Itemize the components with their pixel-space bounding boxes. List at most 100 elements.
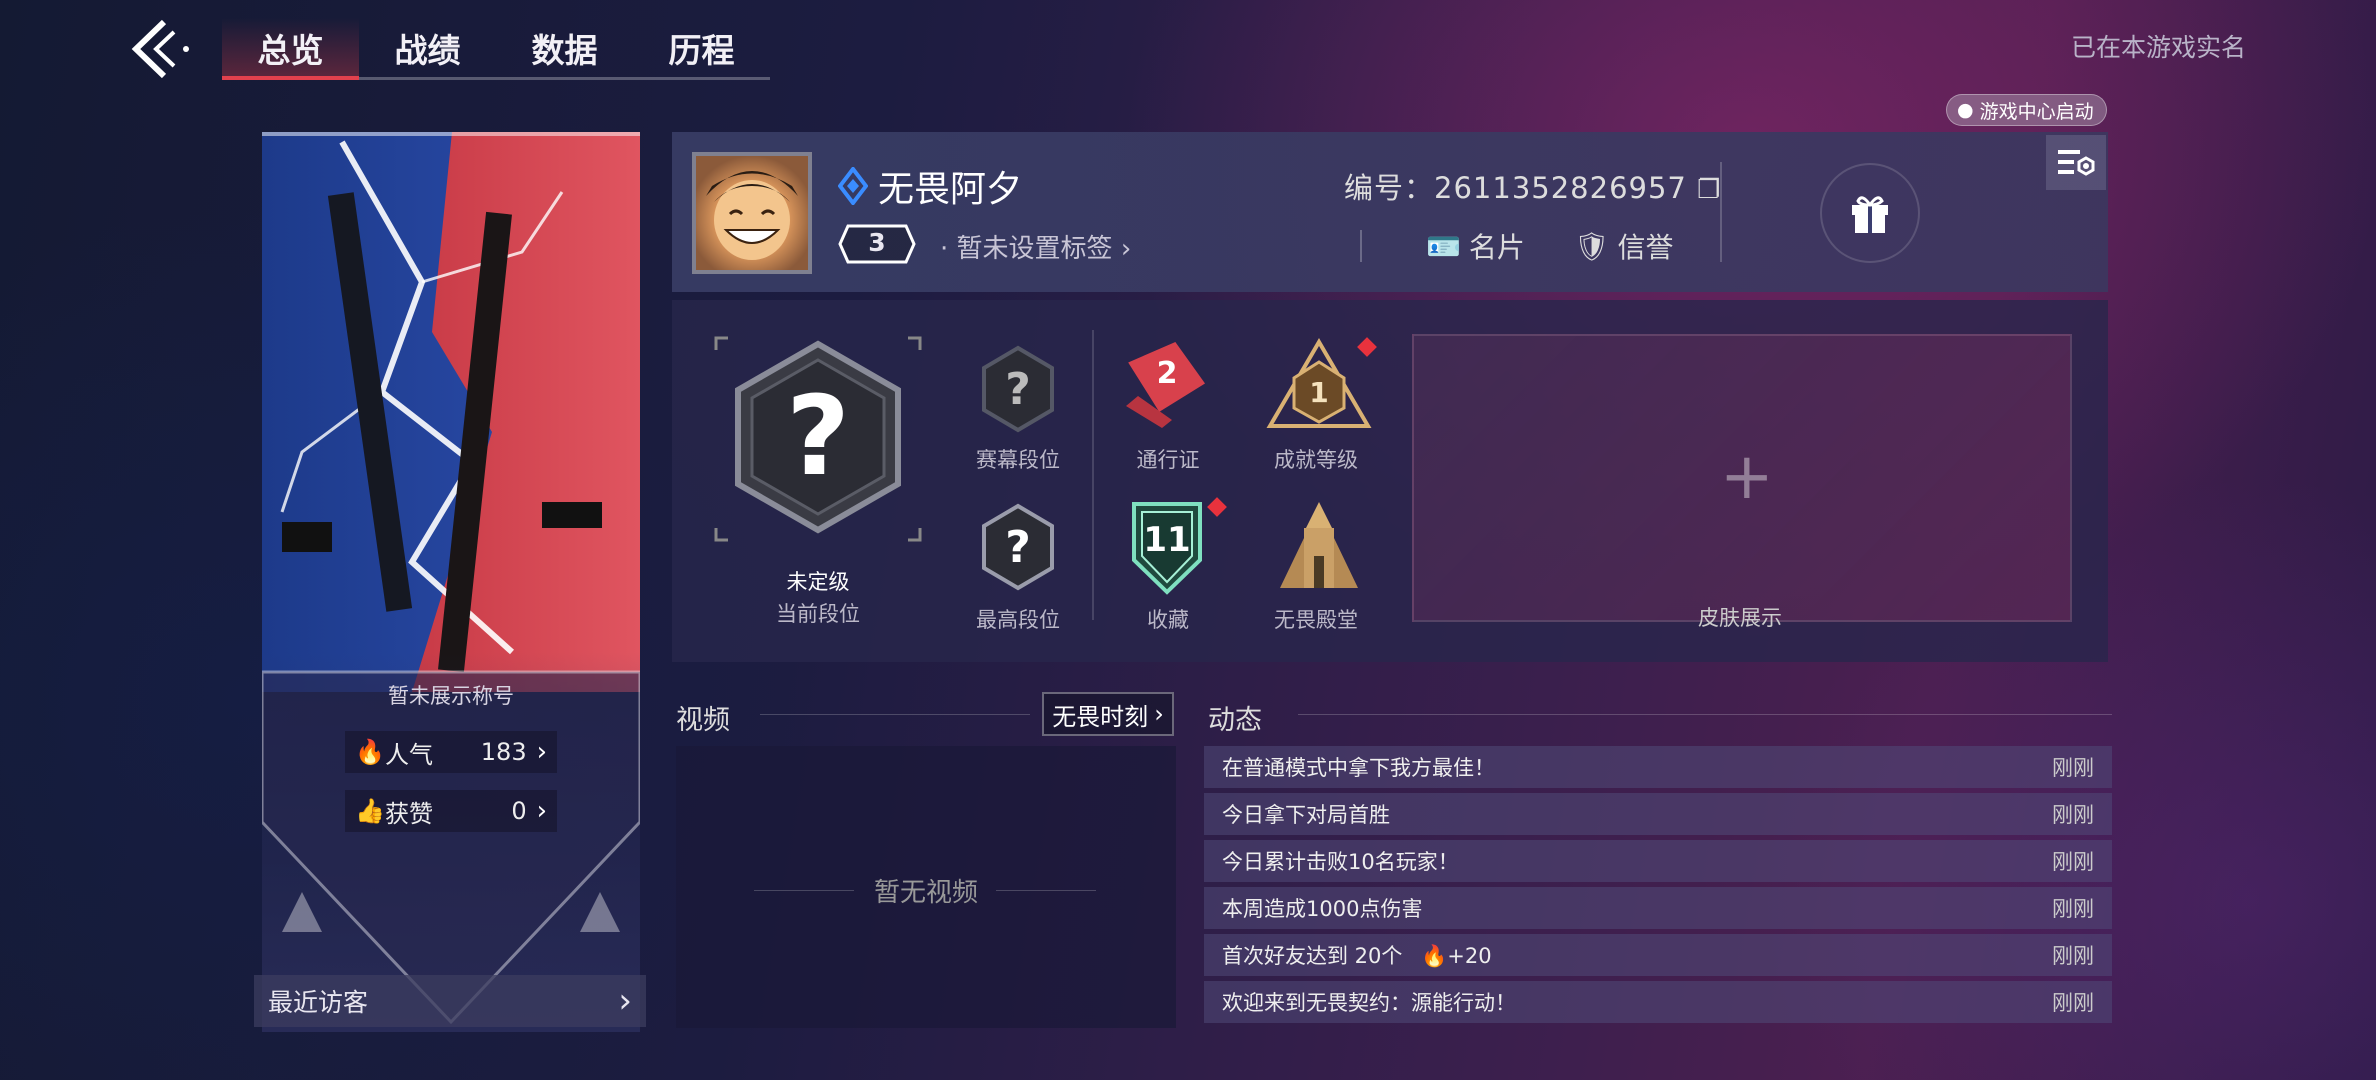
level-badge: 3	[838, 224, 916, 264]
feed-section-title: 动态	[1208, 705, 1262, 736]
credit-label: 信誉	[1617, 231, 1674, 264]
copy-icon[interactable]: ❐	[1697, 175, 1721, 205]
divider	[1720, 162, 1722, 262]
collection-badge[interactable]: 11	[1112, 498, 1222, 598]
current-rank-badge[interactable]: ?	[712, 334, 924, 544]
fire-icon: 🔥	[355, 738, 385, 766]
achievement-badge[interactable]: 1	[1264, 336, 1374, 436]
chevron-right-icon: ›	[536, 737, 547, 767]
avatar[interactable]	[692, 152, 812, 274]
realname-status: 已在本游戏实名	[2070, 33, 2246, 62]
fearless-moments-label: 无畏时刻	[1052, 702, 1149, 731]
feed-text: 今日拿下对局首胜	[1222, 803, 1390, 827]
player-id[interactable]: 编号：2611352826957 ❐	[1344, 165, 1721, 207]
feed-item: 首次好友达到 20个 🔥+20 刚刚	[1204, 934, 2112, 976]
level-value: 3	[868, 228, 886, 257]
achievement-label: 成就等级	[1274, 448, 1358, 472]
achievement-level: 1	[1309, 376, 1329, 409]
back-button[interactable]	[120, 14, 200, 84]
feed-time: 刚刚	[2052, 756, 2094, 780]
tab-history[interactable]: 历程	[633, 18, 770, 77]
likes-value: 0	[511, 797, 527, 825]
gift-button[interactable]	[1820, 163, 1920, 263]
plus-icon: +	[1720, 440, 1774, 514]
chevron-right-icon: ›	[618, 981, 632, 1021]
hall-building-icon	[1280, 502, 1358, 588]
svg-text:?: ?	[1005, 522, 1031, 573]
game-center-label: 游戏中心启动	[1979, 100, 2094, 123]
player-banner[interactable]	[260, 132, 642, 1032]
nickname-row: 无畏阿夕	[838, 160, 1022, 212]
credit-shield-icon: 🛡	[1574, 229, 1610, 263]
video-section-title: 视频	[676, 705, 730, 736]
list-settings-icon	[2058, 149, 2095, 176]
namecard-button[interactable]: 🪪 名片	[1426, 226, 1525, 266]
hall-badge[interactable]	[1264, 498, 1374, 598]
divider	[1092, 330, 1094, 620]
fearless-moments-button[interactable]: 无畏时刻 ›	[1042, 692, 1174, 736]
hall-label: 无畏殿堂	[1274, 608, 1358, 632]
svg-text:?: ?	[1005, 364, 1031, 415]
collection-count: 11	[1143, 520, 1191, 560]
dot-icon: ·	[940, 234, 957, 264]
svg-text:?: ?	[786, 372, 850, 500]
recent-visitors-button[interactable]: 最近访客 ›	[254, 975, 646, 1027]
pass-level: 2	[1156, 356, 1178, 391]
feed-item: 本周造成1000点伤害 刚刚	[1204, 887, 2112, 929]
tournament-rank-badge[interactable]: ?	[978, 344, 1058, 434]
divider	[1360, 230, 1362, 262]
gift-icon	[1852, 196, 1888, 233]
credit-button[interactable]: 🛡 信誉	[1574, 226, 1674, 266]
popularity-row[interactable]: 🔥 人气 183 ›	[345, 731, 557, 773]
current-rank-name: 未定级	[786, 570, 850, 594]
feed-time: 刚刚	[2052, 803, 2094, 827]
feed-item: 欢迎来到无畏契约：源能行动！ 刚刚	[1204, 981, 2112, 1023]
penguin-icon: ●	[1957, 99, 1974, 121]
tag-text-label: 暂未设置标签	[956, 234, 1113, 264]
banner-title-text: 暂未展示称号	[388, 684, 514, 708]
battle-pass-badge[interactable]: 2	[1112, 336, 1222, 436]
tab-record[interactable]: 战绩	[359, 18, 496, 77]
tag-setting[interactable]: · 暂未设置标签 ›	[940, 228, 1131, 265]
feed-text: 本周造成1000点伤害	[1222, 897, 1423, 921]
diamond-icon	[838, 167, 868, 205]
recent-visitors-label: 最近访客	[268, 988, 369, 1017]
feed-text: 今日累计击败10名玩家！	[1222, 850, 1459, 874]
likes-label: 获赞	[385, 799, 433, 828]
id-card-icon: 🪪	[1426, 229, 1461, 263]
feed-item: 在普通模式中拿下我方最佳！ 刚刚	[1204, 746, 2112, 788]
feed-text: 在普通模式中拿下我方最佳！	[1222, 756, 1495, 780]
section-divider	[760, 714, 1030, 715]
id-value: 2611352826957	[1434, 171, 1687, 205]
fire-icon: 🔥	[1421, 944, 1448, 968]
display-settings-button[interactable]	[2046, 135, 2106, 190]
tab-data[interactable]: 数据	[496, 18, 633, 77]
avatar-image	[706, 171, 798, 260]
feed-item: 今日拿下对局首胜 刚刚	[1204, 793, 2112, 835]
id-label: 编号：	[1344, 171, 1435, 205]
thumbs-up-icon: 👍	[355, 797, 385, 825]
feed-time: 刚刚	[2052, 850, 2094, 874]
nickname: 无畏阿夕	[878, 169, 1023, 210]
feed-time: 刚刚	[2052, 897, 2094, 921]
feed-text: 欢迎来到无畏契约：源能行动！	[1222, 991, 1516, 1015]
skin-display-label: 皮肤展示	[1698, 606, 1782, 630]
popularity-value: 183	[480, 738, 527, 766]
section-divider	[1298, 714, 2112, 715]
feed-bonus: +20	[1447, 944, 1492, 968]
likes-row[interactable]: 👍 获赞 0 ›	[345, 790, 557, 832]
game-center-badge: ● 游戏中心启动	[1946, 94, 2107, 126]
popularity-label: 人气	[385, 740, 433, 769]
tab-overview[interactable]: 总览	[222, 18, 359, 80]
chevron-right-icon: ›	[1120, 234, 1132, 264]
chevron-right-icon: ›	[1154, 700, 1164, 728]
feed-item: 今日累计击败10名玩家！ 刚刚	[1204, 840, 2112, 882]
highest-rank-badge[interactable]: ?	[978, 502, 1058, 592]
feed-text: 首次好友达到 20个	[1222, 944, 1403, 968]
feed-time: 刚刚	[2052, 991, 2094, 1015]
current-rank-label: 当前段位	[776, 602, 860, 626]
chevron-right-icon: ›	[536, 796, 547, 826]
banner-art	[260, 132, 642, 1032]
back-arrow-icon	[131, 19, 189, 79]
namecard-label: 名片	[1468, 231, 1525, 264]
